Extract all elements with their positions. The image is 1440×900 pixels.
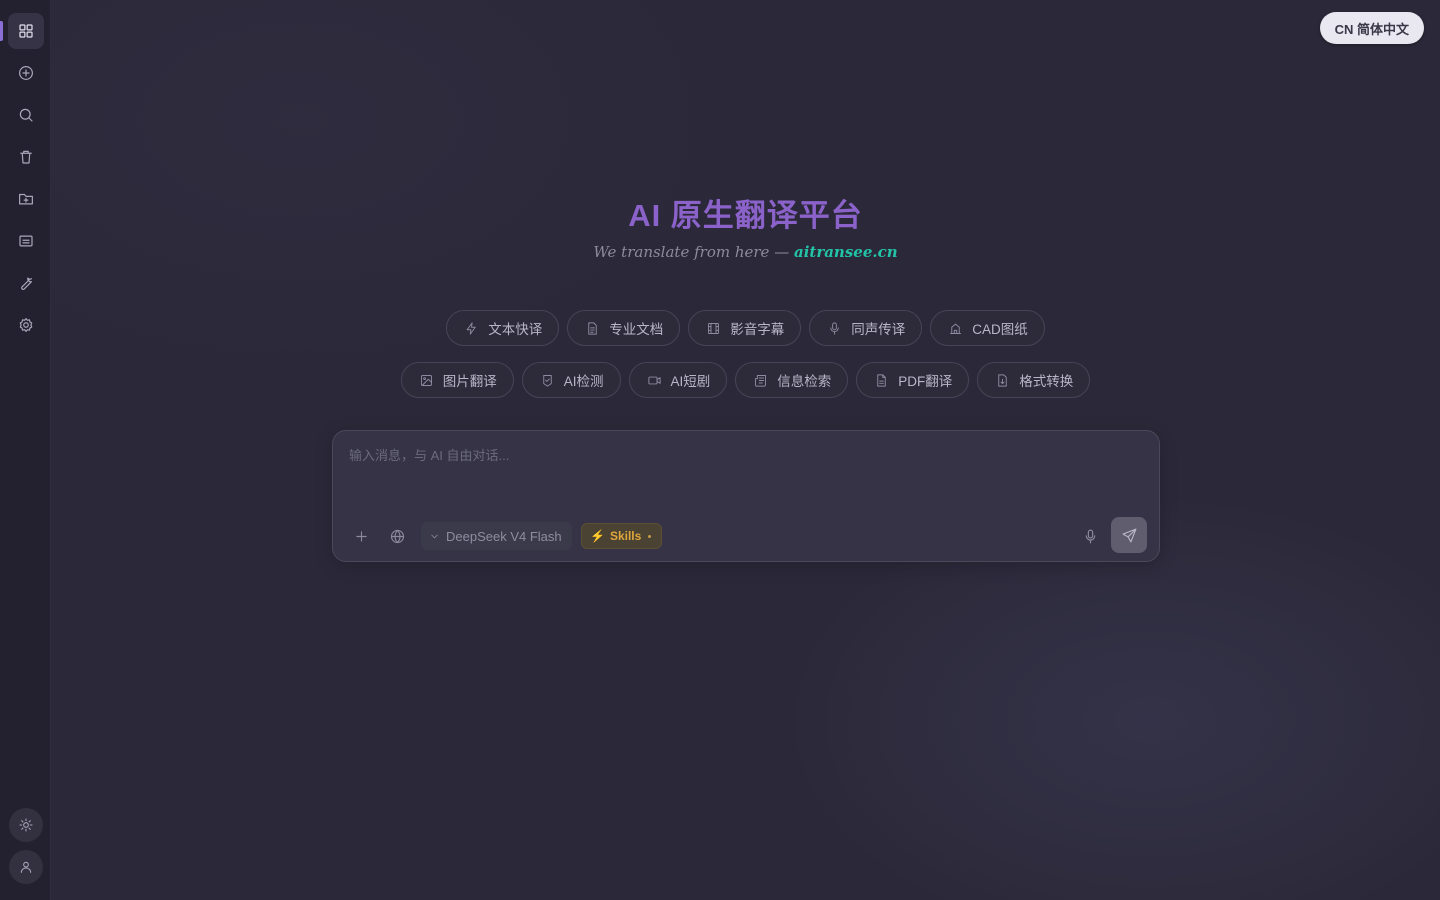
tool-chip-text-translate[interactable]: 文本快译 [446, 310, 560, 346]
send-icon [1122, 528, 1136, 542]
sidebar-item-subtitles[interactable] [8, 223, 44, 259]
voice-input-button[interactable] [1077, 523, 1103, 549]
skills-label: Skills [609, 529, 642, 543]
tool-chip-label: PDF翻译 [898, 374, 953, 389]
chat-message-input[interactable] [349, 445, 1143, 505]
film-icon [708, 322, 720, 334]
app-root: CN 简体中文 AI 原生翻译平台 We translate from here… [0, 0, 1440, 900]
send-button[interactable] [1111, 517, 1147, 553]
plus-icon [355, 530, 367, 542]
gear-icon [19, 318, 33, 332]
tool-chip-ai-drama[interactable]: AI短剧 [628, 362, 728, 398]
model-selector[interactable]: DeepSeek V4 Flash [421, 522, 572, 550]
sidebar-item-settings[interactable] [8, 307, 44, 343]
search-icon [19, 108, 33, 122]
sidebar-item-new-chat[interactable] [8, 55, 44, 91]
tool-chip-label: CAD图纸 [972, 322, 1028, 337]
folder-plus-icon [19, 193, 33, 205]
tool-chip-document[interactable]: 专业文档 [567, 310, 681, 346]
tool-chips-row-2: 图片翻译 AI检测 AI短剧 信息检索 PDF翻译 格式转换 [51, 362, 1440, 398]
model-name: DeepSeek V4 Flash [446, 528, 562, 544]
sidebar-item-home[interactable] [8, 13, 44, 49]
wrench-icon [21, 277, 33, 290]
sun-icon [19, 818, 33, 832]
tool-chip-label: 影音字幕 [730, 322, 785, 337]
file-icon [877, 373, 886, 387]
attach-button[interactable] [348, 523, 374, 549]
zap-icon [466, 321, 476, 335]
shield-check-icon [543, 374, 552, 387]
trash-icon [20, 150, 32, 164]
lightning-icon: ⚡ [590, 529, 605, 543]
tool-chips-row-1: 文本快译 专业文档 影音字幕 同声传译 CAD图纸 [51, 310, 1440, 346]
page-subtitle: We translate from here — aitransee.cn [51, 243, 1440, 261]
web-search-toggle[interactable] [384, 523, 410, 549]
microphone-icon [1085, 529, 1095, 543]
subtitles-icon [19, 235, 33, 247]
mic-icon [830, 321, 839, 335]
file-convert-icon [998, 373, 1007, 387]
building-icon [950, 323, 962, 334]
sidebar-item-search[interactable] [8, 97, 44, 133]
sidebar [0, 0, 51, 900]
plus-circle-icon [19, 66, 33, 80]
subtitle-text: We translate from here — [593, 243, 794, 261]
language-switch-button[interactable]: CN 简体中文 [1319, 12, 1424, 44]
newspaper-icon [755, 374, 767, 387]
sidebar-active-indicator [0, 21, 3, 41]
tool-chip-label: 同声传译 [851, 322, 906, 337]
tool-chip-cad[interactable]: CAD图纸 [930, 310, 1045, 346]
tool-chip-label: 专业文档 [609, 322, 664, 337]
chat-composer: DeepSeek V4 Flash ⚡ Skills [332, 430, 1160, 562]
globe-icon [390, 529, 404, 543]
tool-chip-label: 格式转换 [1019, 374, 1074, 389]
page-title: AI 原生翻译平台 [628, 198, 863, 233]
sidebar-item-tools[interactable] [8, 265, 44, 301]
site-domain-link[interactable]: aitransee.cn [794, 243, 898, 261]
user-profile-button[interactable] [9, 850, 43, 884]
tool-chip-label: AI短剧 [670, 374, 711, 389]
tool-chip-image-translate[interactable]: 图片翻译 [400, 362, 514, 398]
tool-chip-label: 信息检索 [777, 374, 832, 389]
theme-toggle-button[interactable] [9, 808, 43, 842]
skills-dropdown-indicator [648, 534, 652, 538]
image-icon [420, 374, 432, 386]
tool-chip-interpretation[interactable]: 同声传译 [809, 310, 923, 346]
video-icon [647, 376, 661, 384]
tool-chip-label: AI检测 [563, 374, 604, 389]
file-text-icon [588, 321, 597, 335]
language-label: CN 简体中文 [1334, 21, 1409, 37]
user-icon [20, 861, 32, 873]
skills-button[interactable]: ⚡ Skills [581, 523, 663, 549]
grid-icon [19, 24, 33, 38]
tool-chip-label: 文本快译 [488, 322, 543, 337]
tool-chip-subtitles[interactable]: 影音字幕 [688, 310, 802, 346]
tool-chip-info-search[interactable]: 信息检索 [735, 362, 849, 398]
sidebar-item-new-folder[interactable] [8, 181, 44, 217]
chevron-down-icon [431, 534, 438, 538]
tool-chip-format-convert[interactable]: 格式转换 [977, 362, 1091, 398]
sidebar-item-trash[interactable] [8, 139, 44, 175]
tool-chip-ai-detect[interactable]: AI检测 [521, 362, 621, 398]
tool-chip-label: 图片翻译 [442, 374, 497, 389]
tool-chip-pdf-translate[interactable]: PDF翻译 [856, 362, 970, 398]
